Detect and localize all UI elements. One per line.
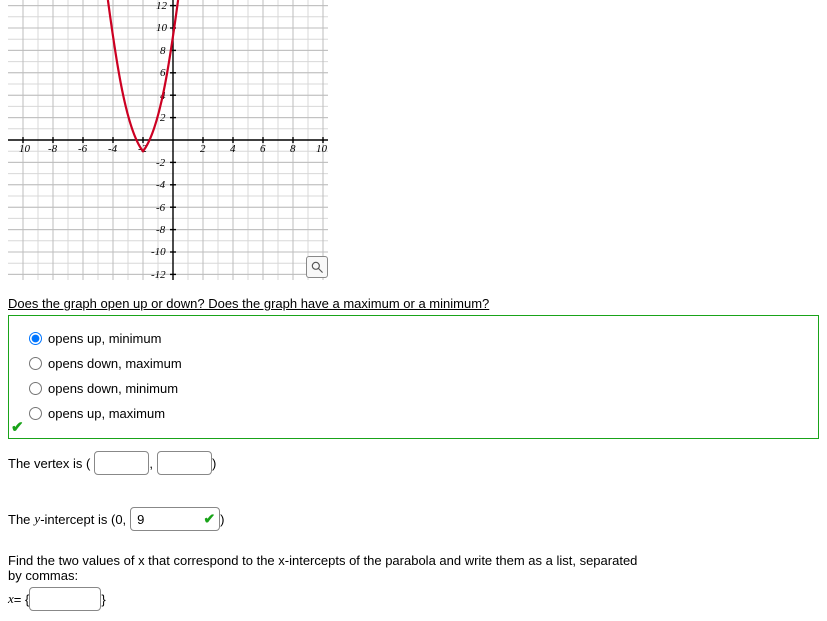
x-tick-label: 10: [316, 143, 328, 155]
y-tick-label: -12: [151, 269, 166, 280]
y-tick-label: -8: [156, 224, 166, 236]
question1-prompt: Does the graph open up or down? Does the…: [8, 296, 819, 311]
y-tick-label: 10: [156, 22, 168, 34]
y-tick-label: 12: [156, 0, 168, 12]
zoom-button[interactable]: [306, 256, 328, 278]
y-tick-label: 6: [160, 67, 166, 79]
vertex-y-input[interactable]: [157, 451, 212, 475]
option-opens-down-minimum[interactable]: opens down, minimum: [15, 376, 812, 401]
vertex-row: The vertex is ( , ): [8, 451, 819, 475]
y-tick-label: -10: [151, 246, 166, 258]
parabola-graph: 10 -8 -6 -4 -2 2 4 6 8 10 12 10 8 6 4 2 …: [8, 0, 328, 280]
x-intercept-row: x = { }: [8, 587, 819, 611]
vertex-x-input[interactable]: [94, 451, 149, 475]
x-tick-label: -4: [108, 143, 118, 155]
x-tick-label: 4: [230, 143, 236, 155]
x-tick-label: 8: [290, 143, 296, 155]
yint-prefix: The: [8, 512, 30, 527]
yint-suffix: ): [220, 512, 224, 527]
y-tick-label: -4: [156, 179, 166, 191]
vertex-sep: ,: [149, 456, 153, 471]
option-label: opens down, maximum: [48, 356, 182, 371]
question1-options: opens up, minimum opens down, maximum op…: [8, 315, 819, 439]
y-tick-label: 2: [160, 112, 166, 124]
x-intercept-input[interactable]: [29, 587, 101, 611]
option-label: opens down, minimum: [48, 381, 178, 396]
radio-opens-up-minimum[interactable]: [29, 332, 42, 345]
y-intercept-row: The y -intercept is (0, ✔ ): [8, 507, 819, 531]
y-tick-label: 8: [160, 45, 166, 57]
radio-opens-up-maximum[interactable]: [29, 407, 42, 420]
xint-eq: = {: [14, 592, 30, 607]
vertex-suffix: ): [212, 456, 216, 471]
yint-mid: -intercept is (0,: [40, 512, 126, 527]
x-intercept-instructions: Find the two values of x that correspond…: [8, 553, 648, 583]
y-tick-label: -2: [156, 157, 166, 169]
option-label: opens up, minimum: [48, 331, 161, 346]
x-tick-label: 6: [260, 143, 266, 155]
option-opens-up-maximum[interactable]: opens up, maximum: [15, 401, 812, 426]
option-opens-down-maximum[interactable]: opens down, maximum: [15, 351, 812, 376]
magnify-icon: [310, 260, 324, 274]
correct-check-icon: ✔: [11, 418, 24, 436]
x-tick-label: 2: [200, 143, 206, 155]
x-tick-label: -6: [78, 143, 88, 155]
graph-panel: 10 -8 -6 -4 -2 2 4 6 8 10 12 10 8 6 4 2 …: [8, 0, 819, 280]
xint-close: }: [101, 592, 105, 607]
y-tick-label: -6: [156, 202, 166, 214]
option-label: opens up, maximum: [48, 406, 165, 421]
x-tick-label: -8: [48, 143, 58, 155]
radio-opens-down-minimum[interactable]: [29, 382, 42, 395]
radio-opens-down-maximum[interactable]: [29, 357, 42, 370]
y-intercept-input[interactable]: [130, 507, 220, 531]
x-tick-label: 10: [19, 143, 31, 155]
vertex-prefix: The vertex is (: [8, 456, 90, 471]
option-opens-up-minimum[interactable]: opens up, minimum: [15, 326, 812, 351]
